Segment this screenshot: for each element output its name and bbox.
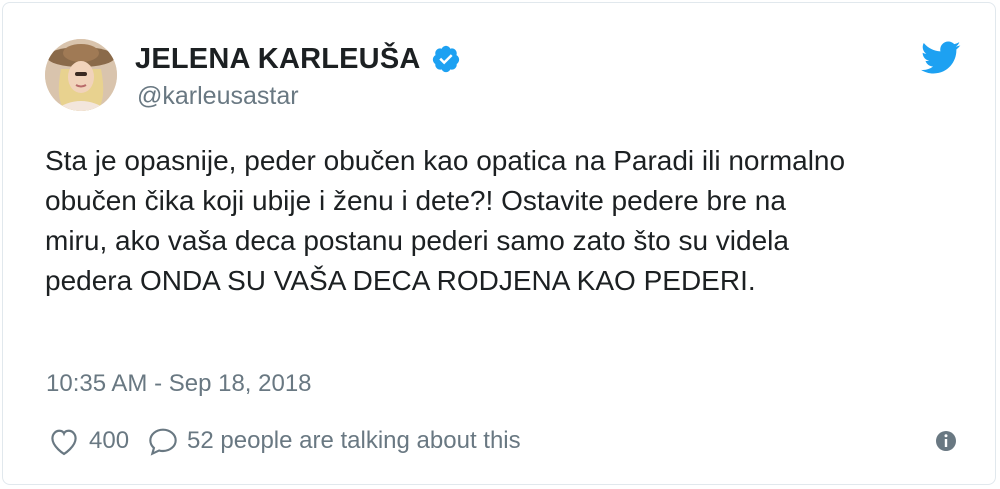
conversation-button[interactable]: 52 people are talking about this [147,426,521,456]
author-handle[interactable]: @karleusastar [137,82,299,111]
speech-bubble-icon [147,426,179,456]
like-button[interactable]: 400 [47,426,129,456]
avatar[interactable] [45,39,117,111]
info-icon[interactable] [934,429,958,453]
tweet-timestamp[interactable]: 10:35 AM - Sep 18, 2018 [46,370,312,398]
like-count: 400 [89,427,130,454]
heart-icon [47,426,81,456]
tweet-line: obučen čika koji ubije i ženu i dete?! O… [45,185,786,216]
tweet-card: JELENA KARLEUŠA @karleusastar Sta je opa… [2,2,996,485]
twitter-bird-icon[interactable] [921,41,961,75]
verified-badge-icon [431,44,461,74]
author-name[interactable]: JELENA KARLEUŠA [135,43,421,76]
tweet-line: miru, ako vaša deca postanu pederi samo … [45,225,789,256]
conversation-text: 52 people are talking about this [187,427,521,454]
tweet-text: Sta je opasnije, peder obučen kao opatic… [45,141,955,301]
author-name-row: JELENA KARLEUŠA [135,39,461,79]
tweet-line: pedera ONDA SU VAŠA DECA RODJENA KAO PED… [45,265,756,296]
tweet-actions: 400 52 people are talking about this [47,423,521,459]
tweet-line: Sta je opasnije, peder obučen kao opatic… [45,145,846,176]
avatar-photo [45,39,117,111]
